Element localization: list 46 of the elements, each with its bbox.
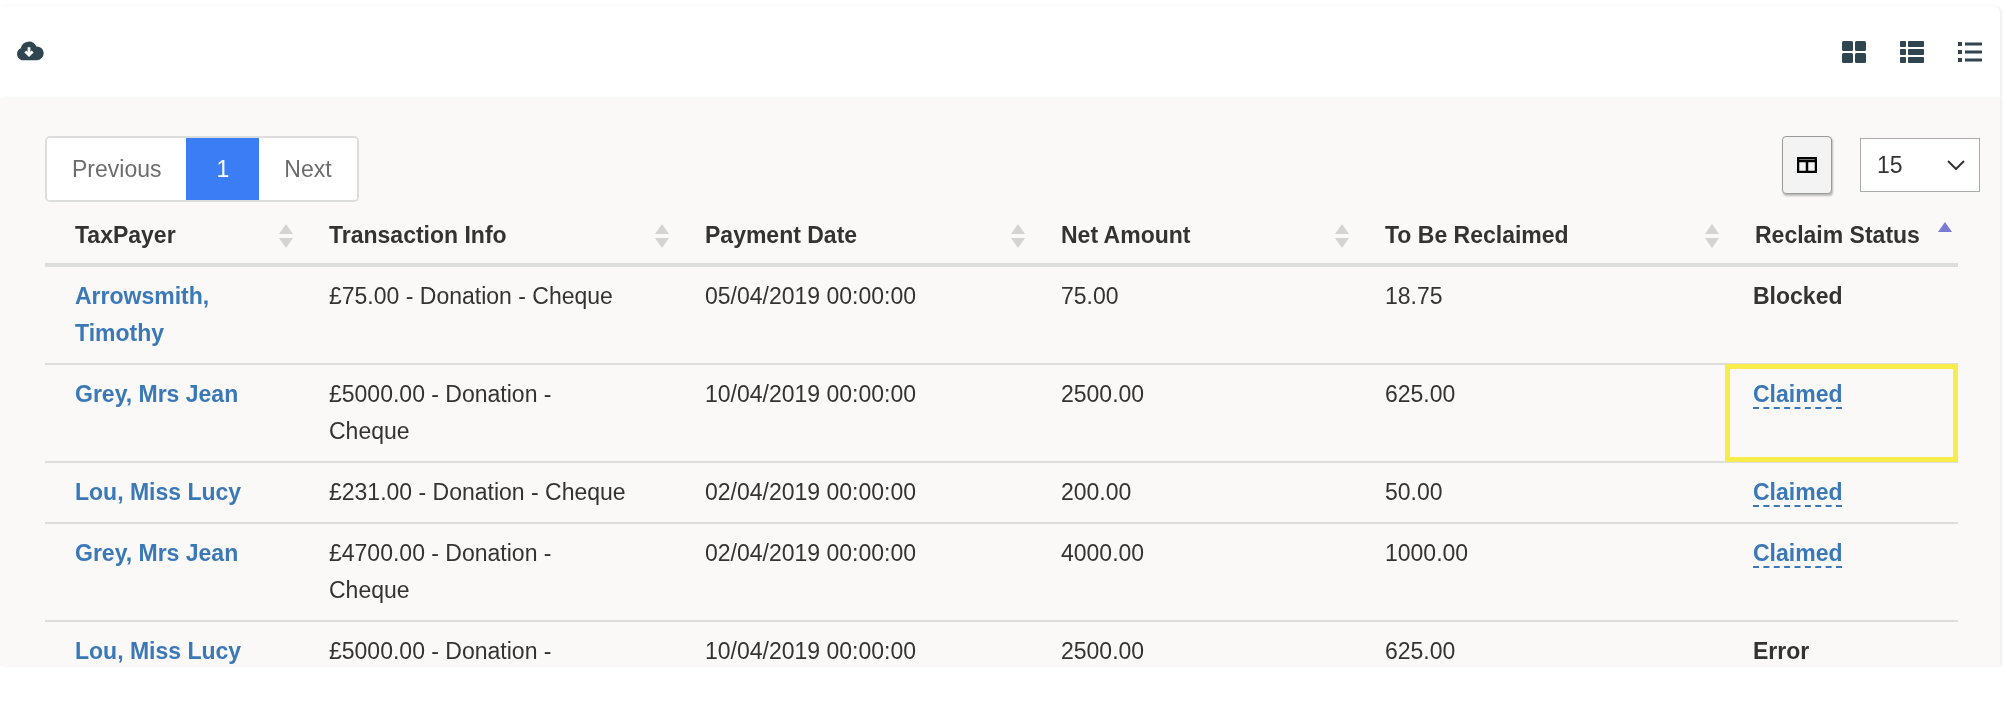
next-page-button[interactable]: Next: [259, 138, 357, 200]
column-header[interactable]: Net Amount: [1031, 208, 1355, 265]
taxpayer-link[interactable]: Grey, Mrs Jean: [75, 535, 289, 572]
previous-page-button[interactable]: Previous: [47, 138, 187, 200]
table-cell: 10/04/2019 00:00:00: [675, 364, 1031, 462]
table-cell: £4700.00 - Donation - Cheque: [299, 523, 675, 621]
status-text: Blocked: [1753, 283, 1843, 309]
page-number-button[interactable]: 1: [186, 138, 260, 200]
column-header[interactable]: Payment Date: [675, 208, 1031, 265]
table-cell: 10/04/2019 00:00:00: [675, 621, 1031, 666]
page-size-select[interactable]: 15: [1860, 138, 1980, 192]
table-cell: £75.00 - Donation - Cheque: [299, 265, 675, 364]
status-text: Error: [1753, 638, 1810, 664]
cloud-download-icon[interactable]: [14, 40, 44, 62]
table-cell: 625.00: [1355, 621, 1725, 666]
columns-toggle-button[interactable]: [1782, 136, 1832, 194]
table-cell: £5000.00 - Donation - Cheque: [299, 364, 675, 462]
status-link[interactable]: Claimed: [1753, 479, 1843, 507]
columns-icon: [1797, 157, 1817, 173]
table-cell: £5000.00 - Donation -: [299, 621, 675, 666]
taxpayer-link[interactable]: Lou, Miss Lucy: [75, 474, 289, 511]
table-cell: 50.00: [1355, 462, 1725, 523]
column-header[interactable]: TaxPayer: [45, 208, 299, 265]
table-cell: 02/04/2019 00:00:00: [675, 523, 1031, 621]
table-cell: 18.75: [1355, 265, 1725, 364]
list-view-icon[interactable]: [1958, 42, 1982, 62]
table-cell: £231.00 - Donation - Cheque: [299, 462, 675, 523]
status-link[interactable]: Claimed: [1753, 381, 1843, 409]
table-cell: 1000.00: [1355, 523, 1725, 621]
column-header[interactable]: Reclaim Status: [1725, 208, 1958, 265]
table-cell: 75.00: [1031, 265, 1355, 364]
table-cell: 2500.00: [1031, 621, 1355, 666]
status-link[interactable]: Claimed: [1753, 540, 1843, 568]
table-cell: 02/04/2019 00:00:00: [675, 462, 1031, 523]
grid-view-icon[interactable]: [1842, 41, 1866, 63]
table-cell: 2500.00: [1031, 364, 1355, 462]
taxpayer-link[interactable]: Grey, Mrs Jean: [75, 376, 289, 413]
column-header[interactable]: To Be Reclaimed: [1355, 208, 1725, 265]
table-cell: 4000.00: [1031, 523, 1355, 621]
column-header[interactable]: Transaction Info: [299, 208, 675, 265]
detail-list-view-icon[interactable]: [1900, 41, 1924, 63]
taxpayer-link[interactable]: Arrowsmith, Timothy: [75, 278, 289, 352]
table-cell: 200.00: [1031, 462, 1355, 523]
chevron-down-icon: [1947, 160, 1965, 170]
taxpayer-link[interactable]: Lou, Miss Lucy: [75, 633, 289, 666]
table-cell: 05/04/2019 00:00:00: [675, 265, 1031, 364]
